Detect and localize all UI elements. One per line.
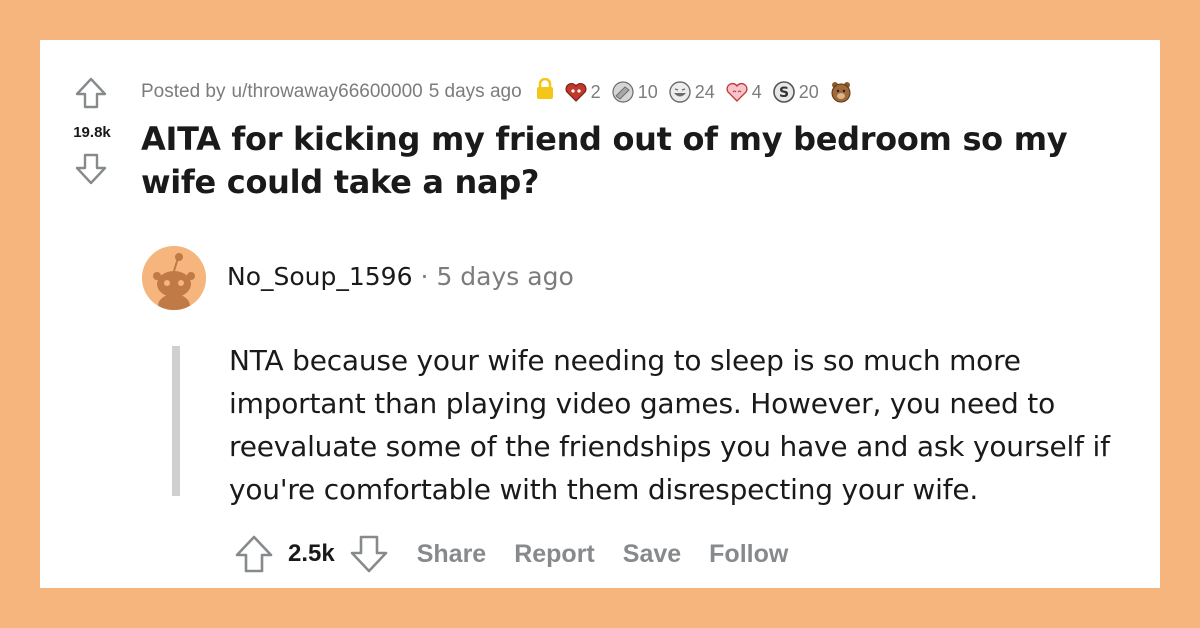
follow-button[interactable]: Follow <box>709 540 788 569</box>
comment-score: 2.5k <box>288 540 335 567</box>
avatar[interactable] <box>142 246 206 310</box>
laughing-award-icon <box>668 80 692 104</box>
svg-text:S: S <box>779 85 789 101</box>
post-title[interactable]: AITA for kicking my friend out of my bed… <box>141 118 1151 204</box>
snoo-avatar-icon <box>142 246 206 310</box>
heart-eyes-award-icon <box>564 80 588 104</box>
lock-icon <box>536 77 554 106</box>
comment-time: 5 days ago <box>436 262 574 291</box>
wholesome-heart-award-icon <box>725 80 749 104</box>
award-count: 2 <box>590 81 601 102</box>
award-silver[interactable]: S 20 <box>772 80 819 104</box>
facepalm-award-icon <box>611 80 635 104</box>
save-button[interactable]: Save <box>623 540 681 569</box>
award-bear[interactable] <box>829 80 856 104</box>
post-author-link[interactable]: u/throwaway66600000 <box>232 81 423 103</box>
post-time: 5 days ago <box>428 81 522 102</box>
award-count: 24 <box>694 81 715 102</box>
report-button[interactable]: Report <box>514 540 595 569</box>
post-card: 19.8k Posted by u/throwaway66600000 5 da… <box>40 40 1160 588</box>
award-laughing[interactable]: 24 <box>668 80 715 104</box>
award-count: 10 <box>637 81 658 102</box>
post-score: 19.8k <box>73 124 111 141</box>
comment-header: No_Soup_1596 · 5 days ago <box>227 262 574 291</box>
comment-author-link[interactable]: No_Soup_1596 <box>227 262 413 291</box>
award-count: 4 <box>751 81 762 102</box>
award-wholesome-heart[interactable]: 4 <box>725 80 762 104</box>
comment-actions: 2.5k Share Report Save Follow <box>234 534 788 574</box>
share-button[interactable]: Share <box>417 540 486 569</box>
upvote-arrow-icon[interactable] <box>74 76 108 110</box>
award-count: 20 <box>798 81 819 102</box>
comment-downvote-arrow-icon[interactable] <box>349 534 389 574</box>
thread-line[interactable] <box>172 346 180 496</box>
comment-upvote-arrow-icon[interactable] <box>234 534 274 574</box>
separator-dot: · <box>420 262 429 291</box>
bear-award-icon <box>829 80 853 104</box>
comment-body: NTA because your wife needing to sleep i… <box>229 344 1110 506</box>
award-heart-eyes[interactable]: 2 <box>564 80 601 104</box>
award-facepalm[interactable]: 10 <box>611 80 658 104</box>
downvote-arrow-icon[interactable] <box>74 152 108 186</box>
silver-award-icon: S <box>772 80 796 104</box>
post-meta: Posted by u/throwaway66600000 5 days ago… <box>141 77 856 106</box>
posted-by-label: Posted by <box>141 81 226 102</box>
